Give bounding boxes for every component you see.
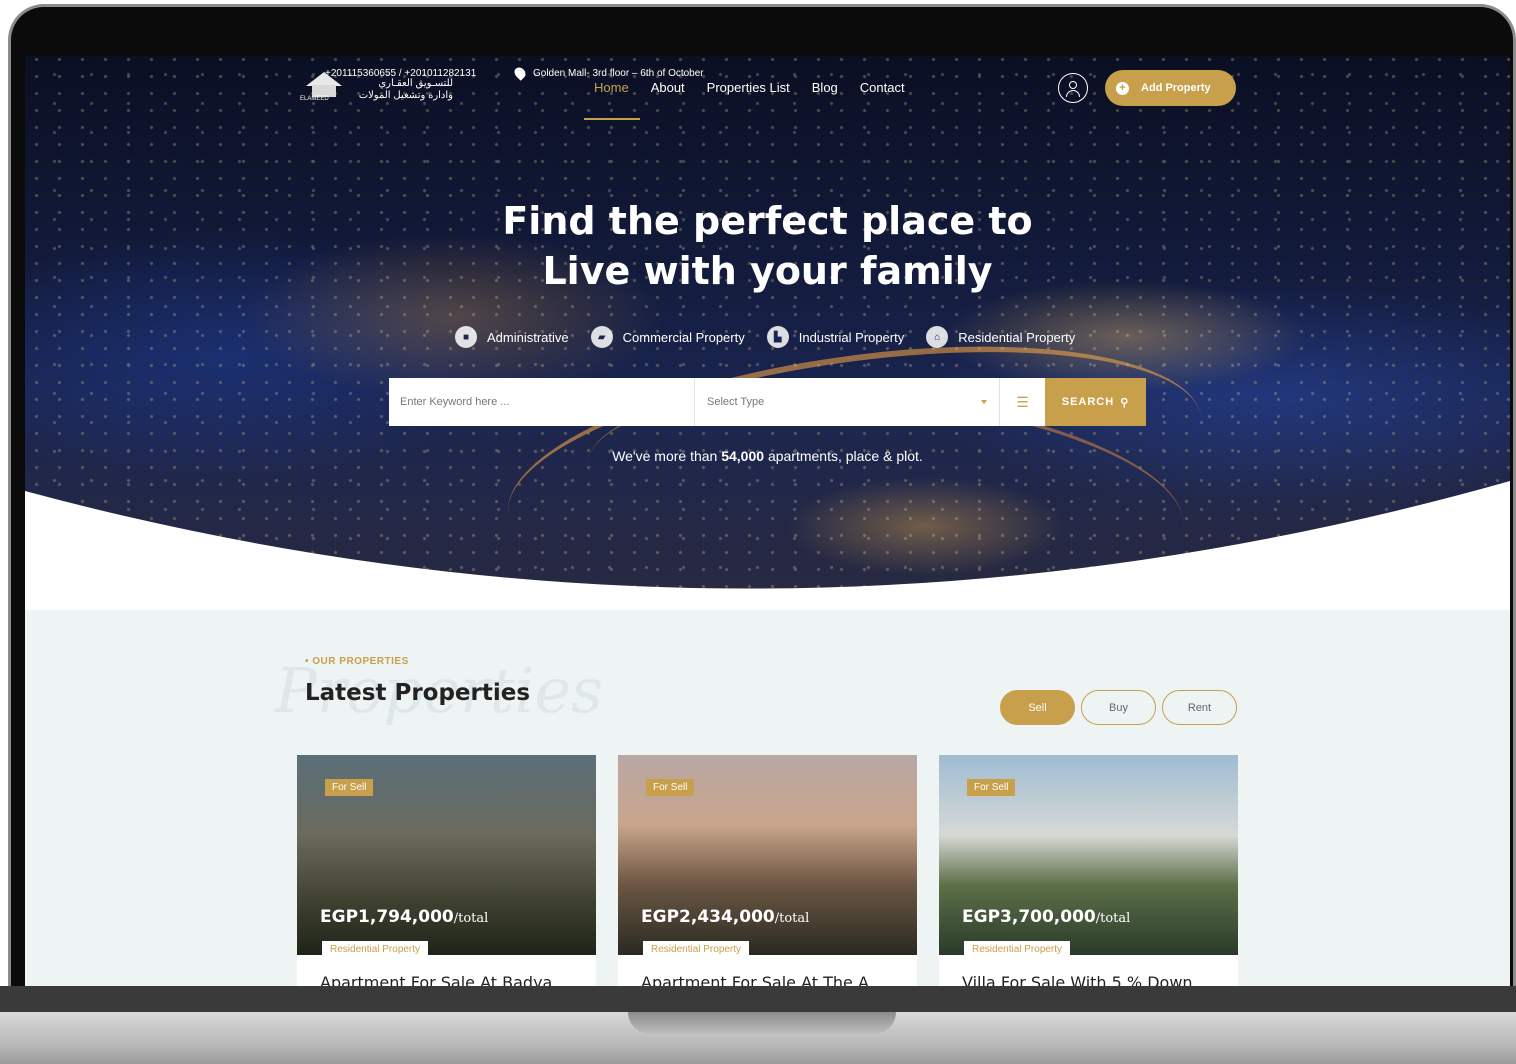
search-bar: Select Type ☰ SEARCH ⚲ <box>389 378 1146 426</box>
briefcase-icon: ■ <box>455 326 477 348</box>
logo-text: ELAMEED <box>300 96 329 102</box>
category-label: Residential Property <box>958 329 1076 345</box>
property-title[interactable]: Villa For Sale With 5 % Down... <box>962 973 1208 986</box>
sliders-icon: ☰ <box>1016 393 1029 410</box>
factory-icon: ▙ <box>766 326 789 348</box>
price: EGP1,794,000/total <box>320 907 488 927</box>
user-icon-body <box>1066 90 1080 97</box>
price-value: EGP3,700,000 <box>962 907 1096 927</box>
for-sell-badge: For Sell <box>967 779 1016 796</box>
filter-button[interactable]: ☰ <box>1000 378 1045 426</box>
for-sell-badge: For Sell <box>646 779 695 796</box>
category-badge[interactable]: Residential Property <box>643 941 750 958</box>
section-title: Latest Properties <box>305 680 531 706</box>
type-select[interactable]: Select Type <box>695 378 1000 426</box>
category-badge[interactable]: Residential Property <box>322 941 429 958</box>
properties-section: Properties • OUR PROPERTIES Latest Prope… <box>25 610 1510 986</box>
nav-contact[interactable]: Contact <box>860 80 905 95</box>
property-title[interactable]: Apartment For Sale At The A... <box>641 973 884 986</box>
search-button[interactable]: SEARCH ⚲ <box>1045 378 1146 426</box>
category-badge[interactable]: Residential Property <box>964 941 1071 958</box>
category-label: Industrial Property <box>798 329 905 345</box>
category-label: Commercial Property <box>622 329 745 345</box>
section-eyebrow: • OUR PROPERTIES <box>305 656 409 667</box>
price: EGP2,434,000/total <box>641 907 809 927</box>
arabic-line-1: للتسـويق العقـاري <box>378 78 453 89</box>
category-residential[interactable]: ⌂ Residential Property <box>926 326 1075 348</box>
user-icon <box>1069 81 1077 89</box>
price-unit: /total <box>1095 911 1131 926</box>
add-property-button[interactable]: + Add Property <box>1105 70 1236 106</box>
add-property-label: Add Property <box>1141 82 1211 94</box>
nav-properties-list[interactable]: Properties List <box>707 80 790 95</box>
category-administrative[interactable]: ■ Administrative <box>455 326 569 348</box>
for-sell-badge: For Sell <box>325 779 374 796</box>
tagline-count: 54,000 <box>721 448 765 464</box>
nav-blog[interactable]: Blog <box>812 80 838 95</box>
nav-active-underline <box>584 118 640 120</box>
address-text: Golden Mall- 3rd floor – 6th of October <box>533 67 704 79</box>
search-button-label: SEARCH <box>1061 396 1115 408</box>
tab-rent[interactable]: Rent <box>1162 690 1237 725</box>
type-select-value: Select Type <box>707 396 765 408</box>
property-card[interactable]: For Sell EGP1,794,000/total Residential … <box>297 755 596 986</box>
arabic-tagline: للتسـويق العقـاري وادارة وتشغيل المولات <box>343 78 453 102</box>
price: EGP3,700,000/total <box>962 907 1130 927</box>
tagline-pre: We've more than <box>612 448 718 464</box>
price-value: EGP1,794,000 <box>320 907 454 927</box>
address: Golden Mall- 3rd floor – 6th of October <box>512 65 704 81</box>
price-unit: /total <box>774 911 810 926</box>
nav-about[interactable]: About <box>651 80 685 95</box>
tab-sell[interactable]: Sell <box>1000 690 1075 725</box>
location-pin-icon <box>512 65 528 81</box>
listing-type-tabs: Sell Buy Rent <box>1000 690 1237 725</box>
category-commercial[interactable]: ▰ Commercial Property <box>590 326 745 348</box>
home-icon: ⌂ <box>926 326 949 348</box>
laptop-frame: ELAMEED +201115360655 / +201011282131 لل… <box>0 0 1516 1064</box>
property-title[interactable]: Apartment For Sale At Badya ... <box>320 973 573 986</box>
search-icon: ⚲ <box>1120 396 1130 409</box>
price-unit: /total <box>453 911 489 926</box>
hero-banner: ELAMEED +201115360655 / +201011282131 لل… <box>25 56 1510 627</box>
laptop-base <box>0 986 1516 1064</box>
property-cards: For Sell EGP1,794,000/total Residential … <box>297 755 1238 986</box>
arabic-line-2: وادارة وتشغيل المولات <box>358 90 453 101</box>
hero-tagline: We've more than 54,000 apartments, place… <box>25 448 1510 464</box>
category-industrial[interactable]: ▙ Industrial Property <box>766 326 905 348</box>
category-links: ■ Administrative ▰ Commercial Property ▙… <box>455 326 1075 348</box>
property-card[interactable]: For Sell EGP3,700,000/total Residential … <box>939 755 1238 986</box>
laptop-notch <box>628 1012 896 1034</box>
keyword-search-input[interactable] <box>389 378 695 426</box>
tab-buy[interactable]: Buy <box>1081 690 1156 725</box>
main-nav: Home About Properties List Blog Contact <box>594 80 905 95</box>
cart-icon: ▰ <box>590 326 613 348</box>
browser-screen: ELAMEED +201115360655 / +201011282131 لل… <box>25 56 1510 986</box>
hero-headline: Find the perfect place to Live with your… <box>25 196 1510 296</box>
category-label: Administrative <box>487 329 569 345</box>
caret-down-icon <box>981 400 987 404</box>
tagline-post: apartments, place & plot. <box>767 448 923 464</box>
property-card[interactable]: For Sell EGP2,434,000/total Residential … <box>618 755 917 986</box>
nav-home[interactable]: Home <box>594 80 629 95</box>
price-value: EGP2,434,000 <box>641 907 775 927</box>
plus-icon: + <box>1116 81 1129 95</box>
headline-line-2: Live with your family <box>542 249 993 293</box>
user-account-button[interactable] <box>1058 73 1088 103</box>
headline-line-1: Find the perfect place to <box>502 199 1033 243</box>
